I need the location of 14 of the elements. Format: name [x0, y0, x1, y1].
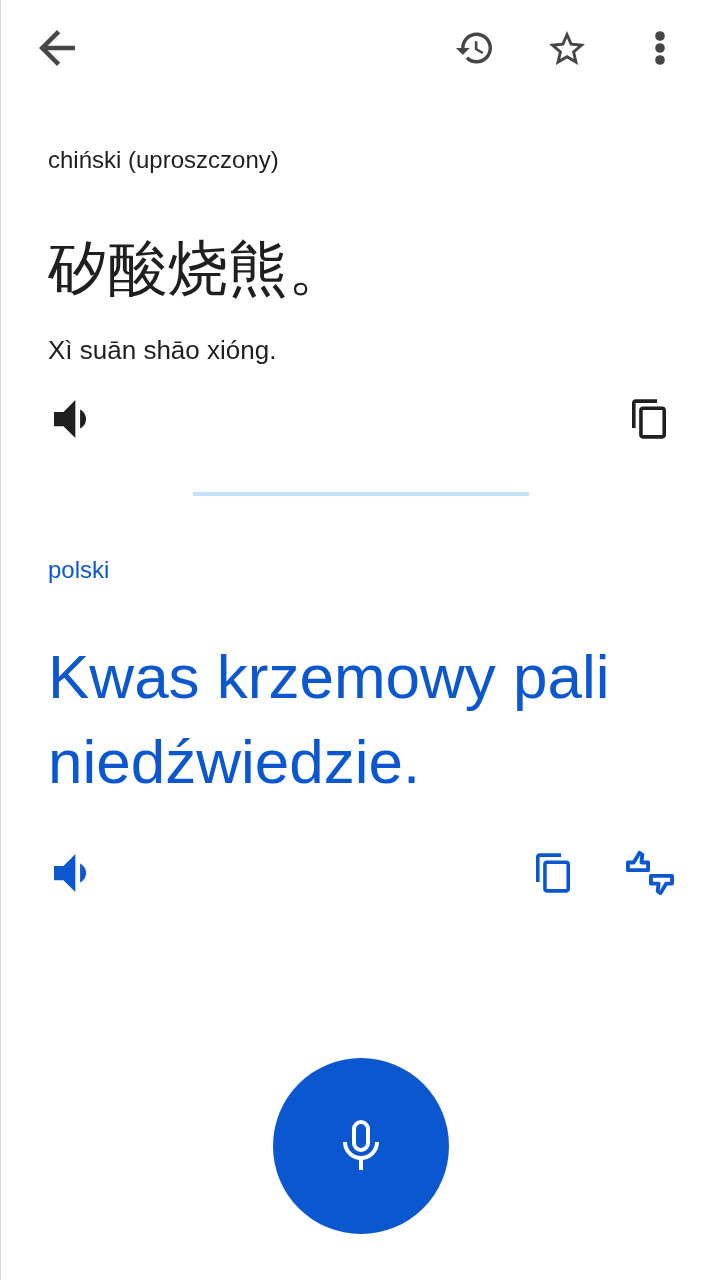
microphone-icon	[340, 1120, 381, 1172]
transliteration-text: Xì suān shāo xióng.	[48, 335, 278, 365]
copy-icon	[632, 399, 666, 439]
target-language-label: polski	[48, 556, 111, 584]
star-icon	[549, 29, 585, 66]
source-language-label: chiński (uproszczony)	[48, 146, 280, 174]
thumbs-up-down-icon	[625, 850, 675, 896]
copy-icon	[536, 853, 570, 893]
back-arrow-icon	[39, 29, 75, 66]
speaker-icon	[52, 400, 88, 438]
more-vertical-icon	[654, 29, 666, 66]
translation-text: Kwas krzemowy pali niedźwiedzie.	[48, 641, 611, 798]
speaker-icon	[52, 854, 88, 892]
source-text: 矽酸烧熊。	[48, 232, 349, 304]
